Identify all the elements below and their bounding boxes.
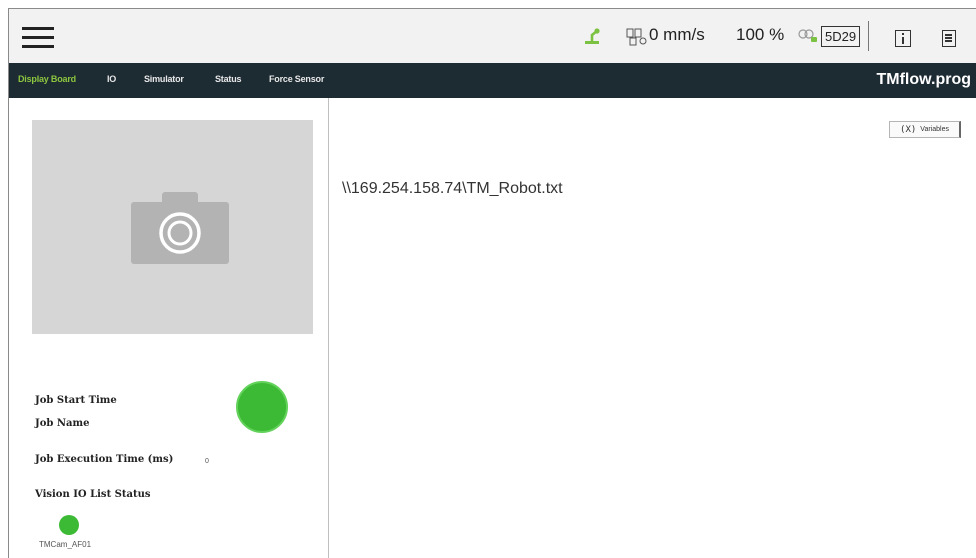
tab-force-sensor[interactable]: Force Sensor [269,74,324,84]
variables-icon: (X) [900,124,917,135]
connection-icon [798,29,817,42]
top-toolbar: 0 mm/s 100 % 5D29 [9,9,976,63]
nav-bar: Display Board IO Simulator Status Force … [9,63,976,98]
info-icon[interactable] [895,30,911,47]
tab-io[interactable]: IO [107,74,116,84]
vision-io-item-label: TMCam_AF01 [39,540,92,549]
camera-icon [131,192,229,264]
job-execution-time-label: Job Execution Time (ms) [35,454,174,465]
tab-display-board[interactable]: Display Board [18,74,76,84]
left-panel: Job Start Time Job Name Job Execution Ti… [9,98,336,558]
speed-icon [626,28,647,46]
speed-value: 0 mm/s [649,25,705,44]
display-board-area: (X) Variables \\169.254.158.74\TM_Robot.… [330,98,976,558]
tab-simulator[interactable]: Simulator [144,74,184,84]
job-start-time-label: Job Start Time [35,395,117,406]
tab-status[interactable]: Status [215,74,242,84]
variables-button[interactable]: (X) Variables [889,121,961,138]
vision-io-list-status-label: Vision IO List Status [35,489,151,500]
toolbar-divider [868,21,869,51]
variables-button-label: Variables [920,126,949,133]
speed-percent[interactable]: 100 % [736,25,784,45]
app-window: 0 mm/s 100 % 5D29 Display Board IO Simul… [8,8,976,558]
robot-arm-icon[interactable] [583,26,603,46]
project-title: TMflow.prog [876,71,972,88]
controller-code-badge[interactable]: 5D29 [821,26,861,47]
vision-io-status-dot [59,515,79,535]
hamburger-menu-icon[interactable] [22,25,54,49]
job-execution-time-value: 0 [205,458,209,465]
display-text: \\169.254.158.74\TM_Robot.txt [342,180,563,197]
log-icon[interactable] [942,30,956,47]
job-status-indicator [236,381,288,433]
job-name-label: Job Name [35,418,90,429]
camera-view[interactable] [32,120,336,355]
